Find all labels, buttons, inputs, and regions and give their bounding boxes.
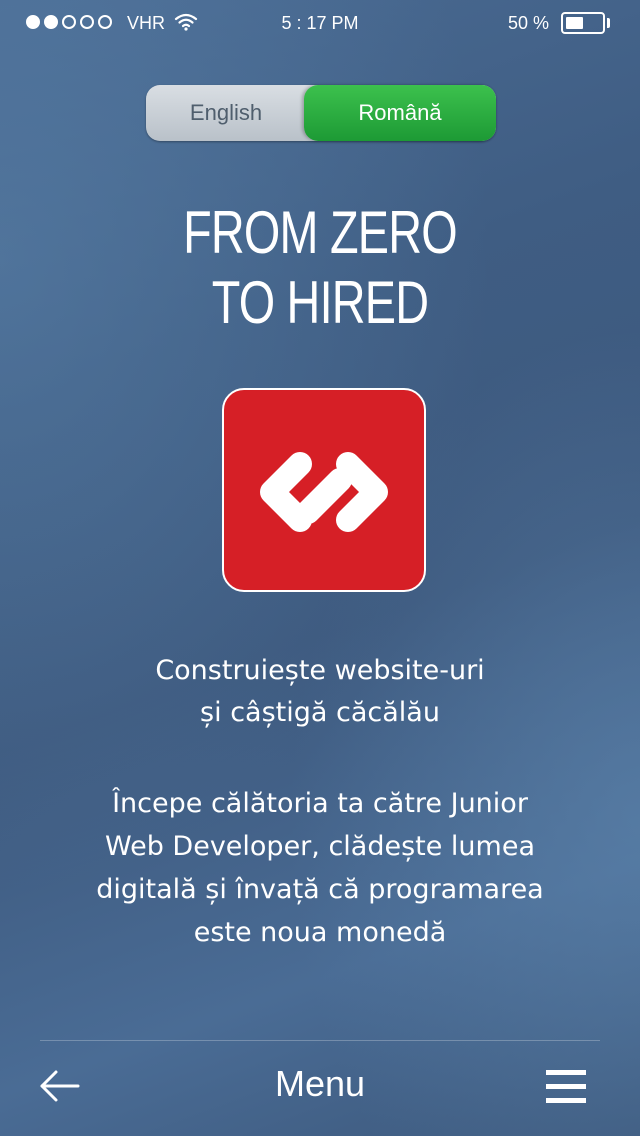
tagline-line-2: și câștigă căcălău xyxy=(200,697,440,728)
title-line-2: TO HIRED xyxy=(211,269,429,336)
language-toggle[interactable]: English Română xyxy=(146,85,496,141)
battery-tip xyxy=(607,18,610,28)
title-line-1: FROM ZERO xyxy=(183,199,458,266)
status-bar: VHR 5 : 17 PM 50 % xyxy=(0,0,640,44)
battery-percentage: 50 % xyxy=(508,13,550,33)
battery-icon xyxy=(561,12,605,34)
hamburger-bar xyxy=(546,1098,586,1103)
hamburger-bar xyxy=(546,1084,586,1089)
hamburger-bar xyxy=(546,1070,586,1075)
language-option-romana[interactable]: Română xyxy=(304,85,496,141)
language-option-english[interactable]: English xyxy=(146,85,306,141)
description-text: Începe călătoria ta către Junior Web Dev… xyxy=(40,782,600,954)
description-line-2: Web Developer, clădește lumea xyxy=(104,831,536,862)
code-brackets-icon xyxy=(260,452,388,532)
description-line-4: este noua monedă xyxy=(193,917,447,948)
hamburger-icon[interactable] xyxy=(546,1070,586,1104)
battery-level-fill xyxy=(566,17,583,29)
tagline: Construiește website-uri și câștigă căcă… xyxy=(0,650,640,734)
description-line-1: Începe călătoria ta către Junior xyxy=(112,788,528,819)
bottom-nav-divider xyxy=(40,1040,600,1041)
description-line-3: digitală și învață că programarea xyxy=(96,874,544,905)
menu-button[interactable]: Menu xyxy=(0,1063,640,1105)
app-logo xyxy=(222,388,426,592)
tagline-line-1: Construiește website-uri xyxy=(155,655,485,686)
page-title: FROM ZERO TO HIRED xyxy=(0,198,640,338)
